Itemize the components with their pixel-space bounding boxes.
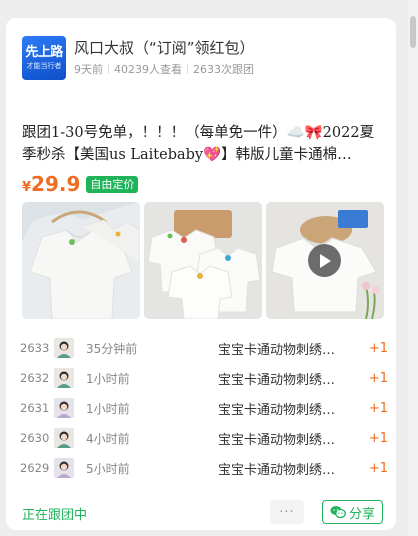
avatar-text-sub: 才能当行者 — [26, 62, 62, 70]
price-tag-badge: 自由定价 — [86, 175, 139, 193]
avatar-text-main: 先上路 — [25, 45, 63, 60]
author-avatar[interactable]: 先上路 才能当行者 — [22, 36, 66, 80]
play-button[interactable] — [308, 244, 341, 277]
scrollbar-thumb[interactable] — [410, 16, 416, 48]
join-count: 2633次跟团 — [193, 63, 254, 76]
play-icon — [319, 253, 331, 268]
posted-time: 9天前 — [74, 63, 103, 76]
order-qty: +1 — [368, 430, 388, 446]
share-label: 分享 — [348, 506, 375, 522]
buyer-avatar — [54, 368, 74, 388]
post-meta: 9天前 40239人查看 2633次跟团 — [74, 61, 255, 77]
buyer-avatar — [54, 398, 74, 418]
order-number: 2632 — [20, 371, 50, 385]
card-header: 先上路 才能当行者 风口大叔（“订阅”领红包） 9天前 40239人查看 263… — [22, 36, 255, 80]
order-number: 2631 — [20, 401, 50, 415]
author-name[interactable]: 风口大叔（“订阅”领红包） — [74, 37, 255, 59]
wechat-icon — [330, 506, 346, 519]
price-value: 29.9 — [31, 172, 81, 196]
meta-divider — [108, 64, 109, 74]
order-goods: 宝宝卡通动物刺绣… — [218, 342, 336, 358]
order-qty: +1 — [368, 340, 388, 356]
buyer-avatar — [54, 428, 74, 448]
order-row: 2630 4小时前 宝宝卡通动物刺绣… +1 — [20, 423, 390, 453]
order-time: 1小时前 — [86, 401, 130, 416]
order-goods: 宝宝卡通动物刺绣… — [218, 462, 336, 478]
order-row: 2633 35分钟前 宝宝卡通动物刺绣… +1 — [20, 333, 390, 363]
scrollbar-track[interactable] — [408, 0, 418, 536]
order-number: 2630 — [20, 431, 50, 445]
avatar-person-icon — [54, 368, 74, 388]
share-button[interactable]: 分享 — [322, 500, 383, 524]
tshirt-flatlay-image — [144, 202, 262, 319]
order-qty: +1 — [368, 460, 388, 476]
order-goods: 宝宝卡通动物刺绣… — [218, 432, 336, 448]
order-list: 2633 35分钟前 宝宝卡通动物刺绣… +1 2632 1小时前 宝宝卡通动物… — [20, 333, 390, 483]
order-time: 1小时前 — [86, 371, 130, 386]
product-images — [22, 202, 384, 319]
tshirt-hanger-photo[interactable] — [22, 202, 140, 319]
group-buy-card[interactable]: 先上路 才能当行者 风口大叔（“订阅”领红包） 9天前 40239人查看 263… — [6, 18, 396, 530]
group-status: 正在跟团中 — [22, 508, 88, 523]
buyer-avatar — [54, 458, 74, 478]
order-time: 5小时前 — [86, 461, 130, 476]
tshirt-hanger-image — [22, 202, 140, 319]
buyer-avatar — [54, 338, 74, 358]
order-row: 2631 1小时前 宝宝卡通动物刺绣… +1 — [20, 393, 390, 423]
order-goods: 宝宝卡通动物刺绣… — [218, 402, 336, 418]
avatar-person-icon — [54, 428, 74, 448]
order-time: 4小时前 — [86, 431, 130, 446]
order-goods: 宝宝卡通动物刺绣… — [218, 372, 336, 388]
order-qty: +1 — [368, 370, 388, 386]
order-number: 2629 — [20, 461, 50, 475]
avatar-person-icon — [54, 398, 74, 418]
avatar-person-icon — [54, 338, 74, 358]
header-info: 风口大叔（“订阅”领红包） 9天前 40239人查看 2633次跟团 — [74, 36, 255, 80]
order-row: 2629 5小时前 宝宝卡通动物刺绣… +1 — [20, 453, 390, 483]
order-row: 2632 1小时前 宝宝卡通动物刺绣… +1 — [20, 363, 390, 393]
tshirt-video-thumb[interactable] — [266, 202, 384, 319]
more-options-button[interactable]: ··· — [270, 500, 304, 524]
order-qty: +1 — [368, 400, 388, 416]
price-currency: ¥ — [22, 180, 32, 195]
order-number: 2633 — [20, 341, 50, 355]
price: ¥29.9 — [22, 172, 80, 196]
tshirt-flatlay-photo[interactable] — [144, 202, 262, 319]
avatar-person-icon — [54, 458, 74, 478]
price-row: ¥29.9 自由定价 — [22, 172, 139, 196]
meta-divider — [187, 64, 188, 74]
order-time: 35分钟前 — [86, 341, 138, 356]
post-title[interactable]: 跟团1-30号免单，！！！（每单免一件）☁️🎀2022夏季秒杀【美国us Lai… — [22, 122, 384, 166]
view-count: 40239人查看 — [114, 63, 182, 76]
